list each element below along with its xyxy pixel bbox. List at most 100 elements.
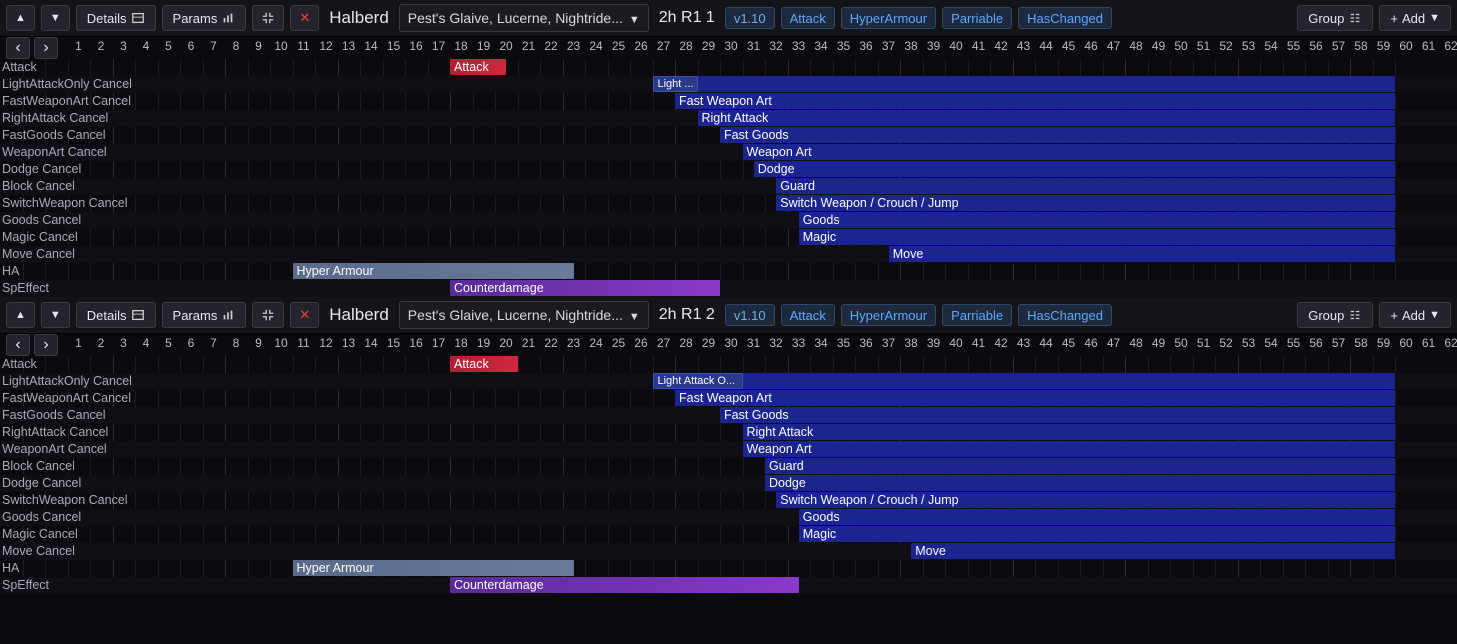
add-button[interactable]: + Add ▼ [1379,5,1451,31]
row-label: LightAttackOnly Cancel [2,373,132,390]
toolbar: ▲▼Details Params ✕HalberdPest's Glaive, … [0,297,1457,334]
frame-tick: 17 [432,336,445,350]
close-button[interactable]: ✕ [290,5,319,31]
collapse-up-button[interactable]: ▲ [6,5,35,31]
timeline-bar[interactable]: Weapon Art [743,144,1396,160]
frame-tick: 8 [233,39,240,53]
collapse-up-button[interactable]: ▲ [6,302,35,328]
frame-prev-button[interactable]: ‹ [6,37,30,59]
timeline-bar[interactable]: Dodge [754,161,1395,177]
timeline-bar[interactable]: Goods [799,509,1395,525]
timeline-bar[interactable]: Right Attack [698,110,1396,126]
timeline-bar[interactable]: Light Attack O... [653,373,743,389]
frame-tick: 41 [972,336,985,350]
frame-next-button[interactable]: › [34,37,58,59]
weapon-variant-dropdown[interactable]: Pest's Glaive, Lucerne, Nightride...▼ [399,301,649,329]
frame-tick: 9 [255,336,262,350]
details-button[interactable]: Details [76,5,156,31]
timeline-bar[interactable] [743,373,1396,389]
row-label: FastGoods Cancel [2,127,106,144]
attack-tag[interactable]: Attack [781,304,835,326]
timeline-bar[interactable]: Switch Weapon / Crouch / Jump [776,492,1395,508]
frame-tick: 29 [702,336,715,350]
timeline-bar[interactable]: Attack [450,59,506,75]
haschanged-tag[interactable]: HasChanged [1018,304,1112,326]
attack-title: 2h R1 1 [655,9,719,27]
params-button[interactable]: Params [162,302,247,328]
timeline-bar[interactable]: Hyper Armour [293,263,574,279]
version-tag[interactable]: v1.10 [725,304,775,326]
frame-tick: 10 [274,39,287,53]
timeline-panel: ▲▼Details Params ✕HalberdPest's Glaive, … [0,0,1457,297]
frame-tick: 9 [255,39,262,53]
frame-tick: 31 [747,336,760,350]
timeline-bar[interactable]: Magic [799,229,1395,245]
compress-button[interactable] [252,302,284,328]
add-button[interactable]: + Add ▼ [1379,302,1451,328]
parriable-tag[interactable]: Parriable [942,7,1012,29]
timeline-bar[interactable]: Attack [450,356,518,372]
close-button[interactable]: ✕ [290,302,319,328]
timeline-bar[interactable]: Right Attack [743,424,1396,440]
frame-tick: 11 [297,39,309,53]
timeline-bar[interactable]: Fast Goods [720,127,1395,143]
timeline-bar[interactable]: Switch Weapon / Crouch / Jump [776,195,1395,211]
frame-tick: 13 [342,39,355,53]
timeline-bar[interactable]: Counterdamage [450,280,720,296]
timeline-bar[interactable]: Hyper Armour [293,560,574,576]
frame-ruler[interactable]: 1234567891011121314151617181920212223242… [62,334,1457,356]
params-button[interactable]: Params [162,5,247,31]
timeline-row: SpEffectCounterdamage [0,280,1457,297]
frame-ruler[interactable]: 1234567891011121314151617181920212223242… [62,37,1457,59]
frame-tick: 59 [1377,39,1390,53]
timeline-bar[interactable]: Dodge [765,475,1395,491]
frame-tick: 15 [387,39,400,53]
timeline-row: Goods Cancel Goods [0,212,1457,229]
frame-tick: 57 [1332,39,1345,53]
weapon-variant-dropdown[interactable]: Pest's Glaive, Lucerne, Nightride...▼ [399,4,649,32]
frame-prev-button[interactable]: ‹ [6,334,30,356]
row-label: Goods Cancel [2,212,81,229]
timeline-bar[interactable]: Fast Goods [720,407,1395,423]
compress-button[interactable] [252,5,284,31]
timeline-row: Block CancelGuard [0,458,1457,475]
frame-next-button[interactable]: › [34,334,58,356]
frame-tick: 16 [409,336,422,350]
timeline-bar[interactable]: Guard [765,458,1395,474]
group-button[interactable]: Group [1297,302,1373,328]
timeline-row: SwitchWeapon CancelSwitch Weapon / Crouc… [0,195,1457,212]
timeline-bar[interactable]: Move [911,543,1395,559]
timeline-bar[interactable]: Guard [776,178,1395,194]
frame-tick: 46 [1084,336,1097,350]
collapse-down-button[interactable]: ▼ [41,5,70,31]
row-label: Dodge Cancel [2,475,81,492]
timeline-bar[interactable]: Fast Weapon Art [675,93,1395,109]
attack-tag[interactable]: Attack [781,7,835,29]
timeline-bar[interactable]: Light ... [653,76,698,92]
frame-tick: 3 [120,336,127,350]
hyperarmour-tag[interactable]: HyperArmour [841,304,936,326]
parriable-tag[interactable]: Parriable [942,304,1012,326]
collapse-down-button[interactable]: ▼ [41,302,70,328]
frame-tick: 24 [589,336,602,350]
group-button[interactable]: Group [1297,5,1373,31]
frame-tick: 34 [814,336,827,350]
frame-tick: 2 [98,336,105,350]
details-button[interactable]: Details [76,302,156,328]
version-tag[interactable]: v1.10 [725,7,775,29]
frame-tick: 29 [702,39,715,53]
chevron-down-icon: ▼ [629,10,640,26]
timeline-bar[interactable]: Goods [799,212,1395,228]
timeline-bar[interactable] [698,76,1396,92]
hyperarmour-tag[interactable]: HyperArmour [841,7,936,29]
frame-tick: 14 [364,39,377,53]
haschanged-tag[interactable]: HasChanged [1018,7,1112,29]
timeline-bar[interactable]: Magic [799,526,1395,542]
timeline-bar[interactable]: Counterdamage [450,577,799,593]
timeline-bar[interactable]: Weapon Art [743,441,1396,457]
timeline-bar[interactable]: Move [889,246,1395,262]
frame-tick: 23 [567,336,580,350]
timeline-bar[interactable]: Fast Weapon Art [675,390,1395,406]
timeline-row: Dodge Cancel Dodge [0,475,1457,492]
frame-tick: 18 [454,39,467,53]
